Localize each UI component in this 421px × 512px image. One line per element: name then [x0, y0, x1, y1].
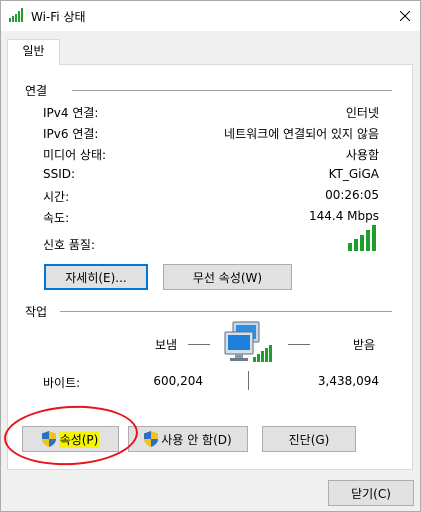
- received-dash: [288, 344, 310, 345]
- disable-button-label: 사용 안 함(D): [161, 432, 232, 447]
- bytes-received-value: 3,438,094: [317, 374, 379, 388]
- ipv6-value: 네트워크에 연결되어 있지 않음: [224, 127, 379, 141]
- uac-shield-icon: [144, 431, 159, 447]
- media-state-value: 사용함: [345, 148, 379, 162]
- bytes-divider: [248, 371, 249, 390]
- speed-label: 속도:: [43, 211, 70, 225]
- received-label: 받음: [353, 338, 376, 352]
- bytes-sent-value: 600,204: [153, 374, 203, 388]
- details-button[interactable]: 자세히(E)...: [44, 264, 148, 290]
- ssid-label: SSID:: [43, 167, 76, 181]
- activity-section-title: 작업: [25, 305, 48, 319]
- ipv4-value: 인터넷: [345, 106, 379, 120]
- details-button-label: 자세히(E)...: [65, 270, 127, 285]
- close-window-button[interactable]: [390, 1, 420, 31]
- diagnose-button-label: 진단(G): [288, 432, 330, 447]
- title-bar: Wi-Fi 상태: [1, 1, 420, 31]
- wireless-properties-button-label: 무선 속성(W): [192, 270, 263, 285]
- sent-dash: [188, 344, 210, 345]
- close-icon: [400, 11, 410, 21]
- tab-general-label: 일반: [22, 44, 45, 58]
- wifi-status-dialog: Wi-Fi 상태 일반 연결 IPv4 연결: 인터넷 IPv6 연결: 네트워…: [0, 0, 421, 512]
- connection-section-title: 연결: [25, 84, 48, 98]
- disable-button[interactable]: 사용 안 함(D): [128, 426, 248, 452]
- close-button[interactable]: 닫기(C): [328, 480, 414, 506]
- connection-divider: [72, 90, 392, 91]
- diagnose-button[interactable]: 진단(G): [262, 426, 356, 452]
- ipv6-label: IPv6 연결:: [43, 127, 99, 141]
- sent-label: 보냄: [155, 338, 178, 352]
- wifi-signal-icon: [9, 8, 23, 22]
- speed-value: 144.4 Mbps: [308, 209, 379, 223]
- wireless-properties-button[interactable]: 무선 속성(W): [163, 264, 292, 290]
- close-button-label: 닫기(C): [351, 486, 391, 501]
- bytes-label: 바이트:: [43, 376, 81, 390]
- ipv4-label: IPv4 연결:: [43, 106, 99, 120]
- ssid-value: KT_GiGA: [328, 167, 379, 181]
- duration-value: 00:26:05: [325, 188, 379, 202]
- activity-divider: [60, 311, 392, 312]
- signal-quality-label: 신호 품질:: [43, 238, 96, 252]
- network-computers-icon: [224, 321, 272, 362]
- media-state-label: 미디어 상태:: [43, 148, 107, 162]
- window-title: Wi-Fi 상태: [31, 10, 86, 24]
- tab-general[interactable]: 일반: [7, 39, 60, 65]
- duration-label: 시간:: [43, 190, 70, 204]
- signal-strength-icon: [348, 225, 376, 251]
